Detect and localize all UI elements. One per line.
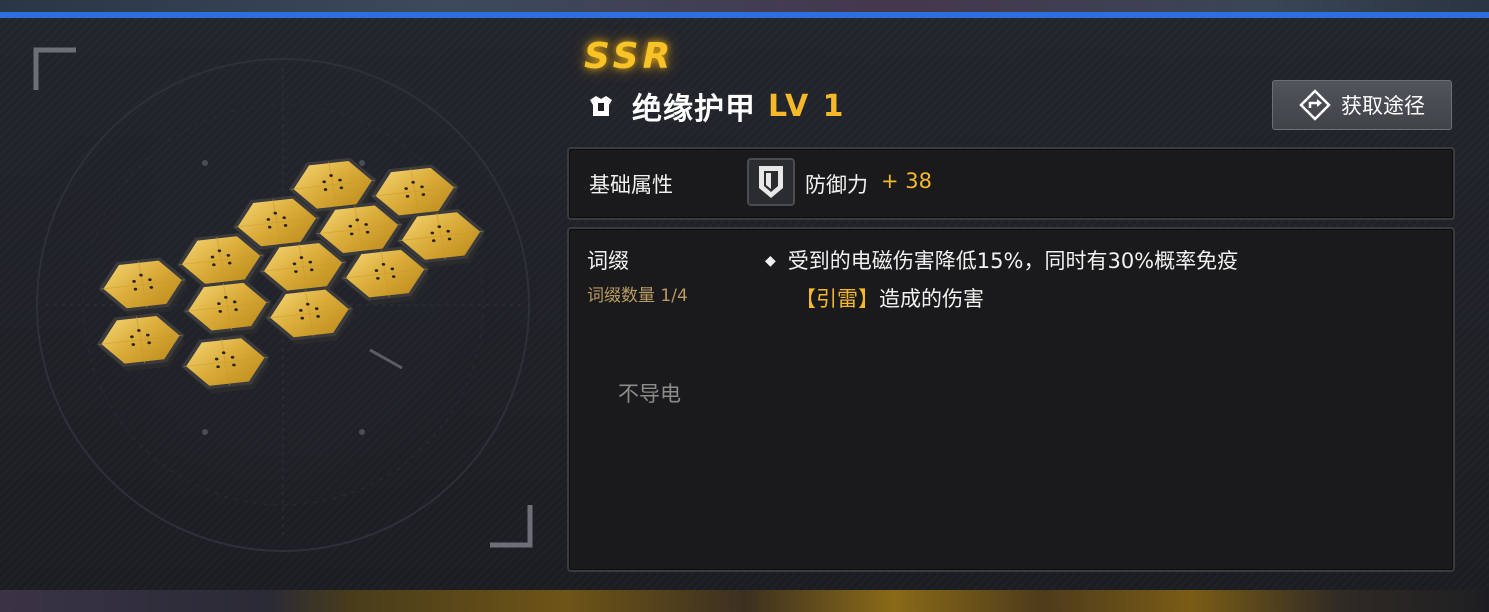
affix-keyword: 【引雷】: [795, 287, 879, 311]
top-background-strip: [0, 0, 1489, 12]
affix-entry-text: 受到的电磁伤害降低15%，同时有30%概率免疫: [787, 249, 1239, 273]
stat-name: 防御力: [805, 173, 868, 197]
shield-icon: [747, 158, 795, 206]
bottom-background-strip: [0, 590, 1489, 612]
affix-entry-line2: 【引雷】造成的伤害: [795, 283, 984, 313]
item-level: LV 1: [768, 88, 846, 124]
item-trait: 不导电: [618, 382, 681, 406]
route-diamond-icon: [1299, 89, 1331, 121]
obtain-source-button[interactable]: 获取途径: [1272, 80, 1452, 130]
affix-count: 词缀数量 1/4: [587, 286, 688, 306]
item-name: 绝缘护甲: [632, 92, 756, 127]
base-stats-label: 基础属性: [589, 173, 673, 197]
bullet-diamond-icon: ◆: [765, 253, 776, 269]
rarity-badge: SSR: [584, 36, 675, 77]
item-artwork: [33, 47, 533, 552]
base-stats-box: 基础属性 防御力 + 38: [567, 147, 1455, 220]
affix-entry-line1: ◆ 受到的电磁伤害降低15%，同时有30%概率免疫: [765, 245, 1238, 275]
item-title-row: 绝缘护甲 LV 1: [588, 84, 846, 128]
affix-label: 词缀: [587, 249, 629, 273]
affix-box: 词缀 词缀数量 1/4 ◆ 受到的电磁伤害降低15%，同时有30%概率免疫 【引雷…: [567, 227, 1455, 572]
affix-entry-text-rest: 造成的伤害: [879, 287, 984, 311]
obtain-source-label: 获取途径: [1341, 94, 1425, 118]
stat-value: + 38: [881, 169, 932, 193]
armor-icon: [590, 96, 612, 116]
